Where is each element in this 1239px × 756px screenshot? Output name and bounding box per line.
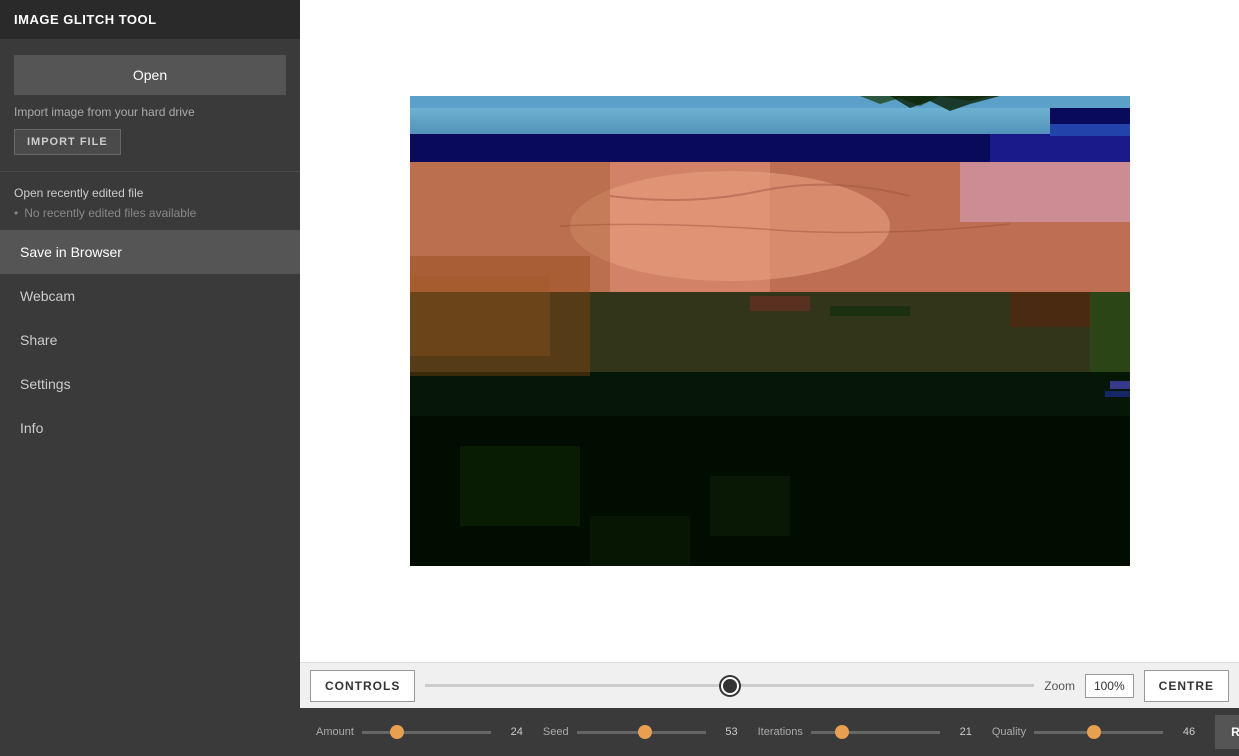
position-slider-container — [425, 684, 1034, 687]
seed-label: Seed — [543, 726, 569, 738]
zoom-label: Zoom — [1044, 679, 1075, 693]
zoom-value: 100% — [1085, 674, 1134, 698]
position-slider[interactable] — [425, 684, 1034, 687]
open-button[interactable]: Open — [14, 55, 286, 95]
sidebar: IMAGE GLITCH TOOL Open Import image from… — [0, 0, 300, 756]
sidebar-nav: Save in Browser Webcam Share Settings In… — [0, 230, 300, 756]
canvas-area — [300, 0, 1239, 662]
iterations-value: 21 — [948, 726, 972, 738]
controls-bar: CONTROLS Zoom 100% CENTRE — [300, 662, 1239, 708]
main-area: CONTROLS Zoom 100% CENTRE Amount 24 Seed… — [300, 0, 1239, 756]
centre-button[interactable]: CENTRE — [1144, 670, 1229, 702]
glitch-image — [410, 96, 1130, 566]
controls-button[interactable]: CONTROLS — [310, 670, 415, 702]
seed-value: 53 — [714, 726, 738, 738]
glitch-svg — [410, 96, 1130, 566]
app-title: IMAGE GLITCH TOOL — [0, 0, 300, 39]
quality-group: Quality 46 — [992, 726, 1195, 738]
recent-none-text: No recently edited files available — [14, 206, 286, 220]
iterations-slider[interactable] — [811, 731, 940, 734]
canvas-container: CONTROLS Zoom 100% CENTRE — [300, 0, 1239, 708]
sidebar-item-save-browser[interactable]: Save in Browser — [0, 230, 300, 274]
amount-slider[interactable] — [362, 731, 491, 734]
sidebar-item-info[interactable]: Info — [0, 406, 300, 450]
import-file-button[interactable]: IMPORT FILE — [14, 129, 121, 155]
quality-value: 46 — [1171, 726, 1195, 738]
sidebar-item-settings[interactable]: Settings — [0, 362, 300, 406]
open-section: Open Import image from your hard drive I… — [0, 39, 300, 172]
iterations-label: Iterations — [758, 726, 803, 738]
amount-value: 24 — [499, 726, 523, 738]
recent-label: Open recently edited file — [14, 186, 286, 200]
seed-group: Seed 53 — [543, 726, 738, 738]
quality-label: Quality — [992, 726, 1026, 738]
sidebar-item-share[interactable]: Share — [0, 318, 300, 362]
quality-slider[interactable] — [1034, 731, 1163, 734]
amount-group: Amount 24 — [316, 726, 523, 738]
seed-slider[interactable] — [577, 731, 706, 734]
randomise-button[interactable]: RANDOMISE — [1215, 715, 1239, 749]
iterations-group: Iterations 21 — [758, 726, 972, 738]
sidebar-item-webcam[interactable]: Webcam — [0, 274, 300, 318]
sliders-bar: Amount 24 Seed 53 Iterations 21 Quality … — [300, 708, 1239, 756]
import-description: Import image from your hard drive — [14, 105, 286, 119]
recent-section: Open recently edited file No recently ed… — [0, 172, 300, 230]
amount-label: Amount — [316, 726, 354, 738]
